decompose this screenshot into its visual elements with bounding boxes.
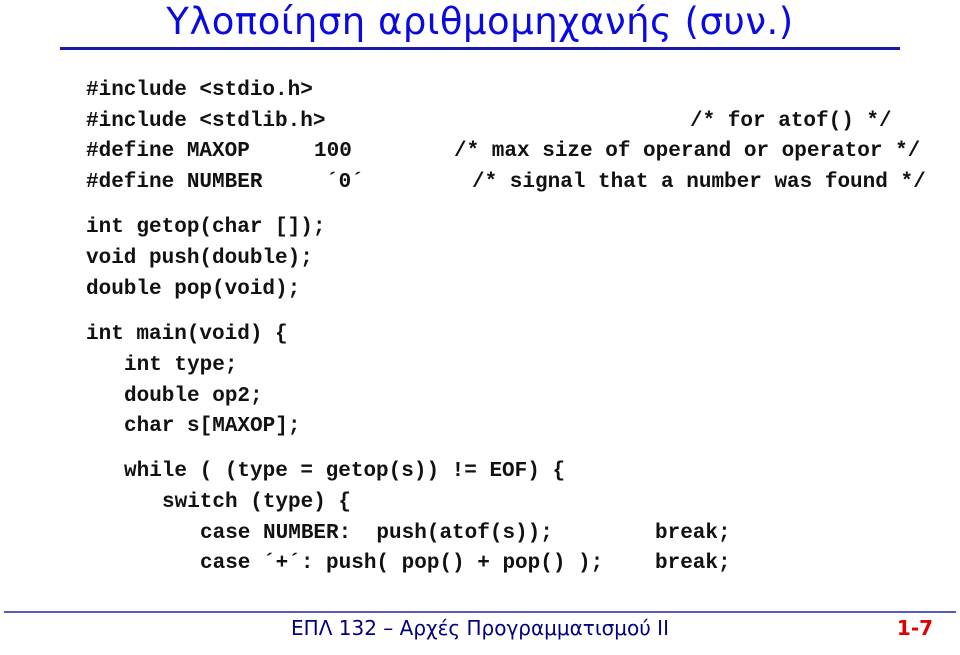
code-text: void push(double); [86, 247, 313, 270]
code-comment: /* max size of operand or operator */ [454, 140, 921, 163]
code-text: double op2; [124, 385, 263, 408]
code-comment: /* signal that a number was found */ [472, 171, 926, 194]
code-line-case-plus: case ´+´: push( pop() + pop() ); break; [86, 551, 731, 577]
code-text: int type; [124, 354, 238, 377]
footer-course-title: ΕΠΛ 132 – Αρχές Προγραμματισμού ΙΙ [291, 616, 669, 640]
code-text: case ´+´: push( pop() + pop() ); [200, 552, 604, 575]
code-text: double pop(void); [86, 278, 301, 301]
code-text: #include <stdio.h> [86, 79, 313, 102]
code-value: ´0´ [326, 171, 364, 194]
code-line-while: while ( (type = getop(s)) != EOF) { [86, 459, 565, 485]
code-text: #define NUMBER [86, 171, 263, 194]
slide-title: Υλοποίηση αριθμομηχανής (συν.) [166, 0, 794, 43]
code-text: switch (type) { [162, 491, 352, 514]
code-line-var-op2: double op2; [86, 384, 263, 410]
title-divider [60, 47, 900, 50]
footer-divider [4, 611, 956, 613]
code-comment: /* for atof() */ [690, 110, 892, 133]
code-line-switch: switch (type) { [86, 490, 351, 516]
page-number: 1-7 [896, 616, 934, 640]
code-line-include-stdlib: #include <stdlib.h> /* for atof() */ [86, 109, 892, 135]
code-line-define-maxop: #define MAXOP 100 /* max size of operand… [86, 139, 920, 165]
code-line-main: int main(void) { [86, 322, 288, 348]
code-text: int main(void) { [86, 323, 288, 346]
code-line-decl-getop: int getop(char []); [86, 215, 325, 241]
code-text: while ( (type = getop(s)) != EOF) { [124, 460, 566, 483]
code-text: #include <stdlib.h> [86, 110, 326, 133]
code-text: case NUMBER: push(atof(s)); [200, 522, 553, 545]
code-break: break; [655, 552, 731, 575]
code-line-define-number: #define NUMBER ´0´ /* signal that a numb… [86, 170, 926, 196]
code-text: int getop(char []); [86, 216, 326, 239]
code-break: break; [655, 522, 731, 545]
code-line-var-type: int type; [86, 353, 237, 379]
code-line-decl-push: void push(double); [86, 246, 313, 272]
code-text: char s[MAXOP]; [124, 415, 301, 438]
code-line-var-s: char s[MAXOP]; [86, 414, 300, 440]
code-line-case-number: case NUMBER: push(atof(s)); break; [86, 521, 731, 547]
code-text: #define MAXOP [86, 140, 250, 163]
code-value: 100 [314, 140, 352, 163]
code-line-decl-pop: double pop(void); [86, 277, 300, 303]
code-line-include-stdio: #include <stdio.h> [86, 78, 313, 104]
